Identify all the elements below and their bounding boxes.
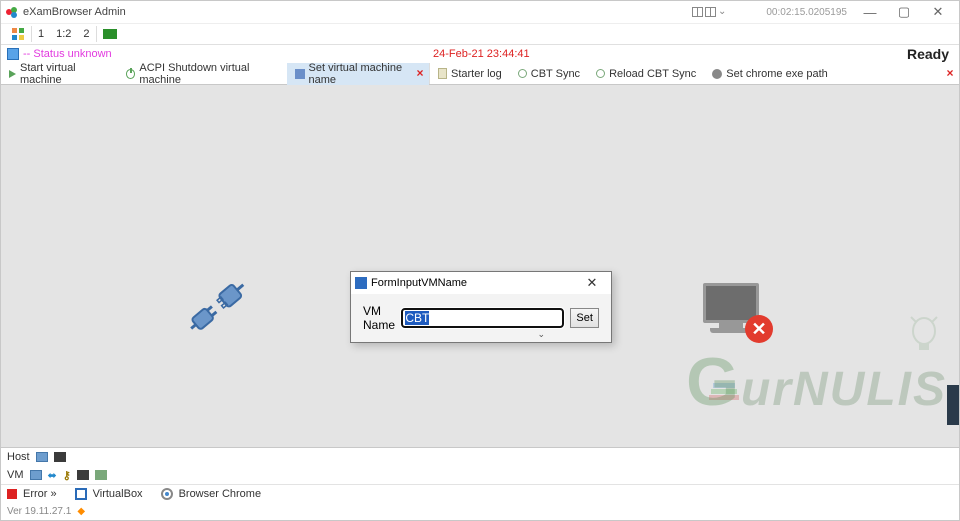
set-vm-name-button[interactable]: Set virtual machine name <box>287 63 429 85</box>
error-label[interactable]: Error » <box>23 488 57 500</box>
host-label: Host <box>7 451 30 463</box>
reload-cbt-sync-button[interactable]: Reload CBT Sync <box>588 63 704 85</box>
gear-icon <box>712 69 722 79</box>
left-toolbar: Start virtual machine ACPI Shutdown virt… <box>1 63 430 84</box>
side-tab[interactable] <box>947 385 959 425</box>
ready-indicator: Ready <box>907 46 959 62</box>
vm-link-icon[interactable]: ⬌ <box>48 469 57 482</box>
play-icon <box>9 70 16 78</box>
quick-toolbar: 1 1:2 2 <box>1 23 959 45</box>
version-label: Ver 19.11.27.1 <box>7 506 71 517</box>
elapsed-clock: 00:02:15.0205195 <box>766 7 847 18</box>
vm-name-input[interactable] <box>401 308 564 328</box>
maximize-button[interactable]: ▢ <box>887 2 921 22</box>
chrome-icon <box>161 488 173 500</box>
footer-row: Ver 19.11.27.1 ◆ <box>1 502 959 520</box>
browser-chrome-label[interactable]: Browser Chrome <box>179 488 262 500</box>
dialog-titlebar: FormInputVMName ✕ <box>351 272 611 294</box>
window-titlebar: eXamBrowser Admin ⌄ 00:02:15.0205195 — ▢… <box>1 1 959 23</box>
bottom-panel: Host VM ⬌ ⚷ Error » VirtualBox Browser C… <box>1 447 959 520</box>
command-toolbars: Start virtual machine ACPI Shutdown virt… <box>1 63 959 85</box>
edit-icon <box>295 69 304 79</box>
form-input-vmname-dialog: FormInputVMName ✕ VM Name ⌄ Set <box>350 271 612 343</box>
pause-indicator-icon: ◆ <box>77 506 85 517</box>
start-vm-button[interactable]: Start virtual machine <box>1 63 118 85</box>
vm-label: VM <box>7 469 24 481</box>
right-toolbar-close[interactable]: × <box>943 66 957 80</box>
dialog-title: FormInputVMName <box>371 277 467 289</box>
sync-icon <box>518 69 527 78</box>
error-status-icon <box>7 489 17 499</box>
status-row: -- Status unknown 24-Feb-21 23:44:41 Rea… <box>1 45 959 63</box>
close-window-button[interactable]: ✕ <box>921 2 955 22</box>
monitor-offline-icon: ✕ <box>703 283 759 333</box>
host-monitor-icon[interactable] <box>36 452 48 462</box>
watermark-text: GurNULIS <box>686 343 947 421</box>
services-row: Error » VirtualBox Browser Chrome <box>1 484 959 502</box>
dialog-icon <box>355 277 367 289</box>
host-terminal-icon[interactable] <box>54 452 66 462</box>
app-icon <box>5 5 19 19</box>
virtualbox-icon <box>75 488 87 500</box>
status-indicator-icon <box>7 48 19 60</box>
dropdown-arrow-icon: ⌄ <box>537 329 545 340</box>
layout-1-2-button[interactable]: 1:2 <box>50 24 77 44</box>
minimize-button[interactable]: — <box>853 2 887 22</box>
set-chrome-path-button[interactable]: Set chrome exe path <box>704 63 836 85</box>
power-icon <box>126 69 135 79</box>
vm-name-label: VM Name <box>363 304 395 332</box>
layout-1-button[interactable]: 1 <box>32 24 50 44</box>
main-canvas: ✕ FormInputVMName ✕ VM Name ⌄ Set GurNUL <box>1 85 959 447</box>
reload-icon <box>596 69 605 78</box>
cbt-sync-button[interactable]: CBT Sync <box>510 63 588 85</box>
dashboard-icon[interactable] <box>5 24 31 44</box>
vm-folder-icon[interactable] <box>95 470 107 480</box>
vm-monitor-icon[interactable] <box>30 470 42 480</box>
right-toolbar: Starter log CBT Sync Reload CBT Sync Set… <box>430 63 959 84</box>
dialog-close-button[interactable]: ✕ <box>577 275 607 291</box>
vm-row: VM ⬌ ⚷ <box>1 466 959 484</box>
vm-key-icon[interactable]: ⚷ <box>63 469 71 482</box>
document-icon <box>438 68 447 79</box>
window-layout-picker[interactable]: ⌄ <box>692 7 726 17</box>
layout-2-button[interactable]: 2 <box>77 24 95 44</box>
status-timestamp: 24-Feb-21 23:44:41 <box>433 48 538 60</box>
disconnected-plug-icon <box>183 271 253 341</box>
host-row: Host <box>1 448 959 466</box>
error-badge-icon: ✕ <box>745 315 773 343</box>
set-button[interactable]: Set <box>570 308 599 328</box>
status-text: -- Status unknown <box>23 48 112 60</box>
window-title: eXamBrowser Admin <box>23 6 126 18</box>
acpi-shutdown-button[interactable]: ACPI Shutdown virtual machine <box>118 63 287 85</box>
virtualbox-label[interactable]: VirtualBox <box>93 488 143 500</box>
vm-terminal-icon[interactable] <box>77 470 89 480</box>
starter-log-button[interactable]: Starter log <box>430 63 510 85</box>
flag-icon[interactable] <box>97 24 123 44</box>
left-toolbar-close[interactable]: × <box>413 66 427 80</box>
